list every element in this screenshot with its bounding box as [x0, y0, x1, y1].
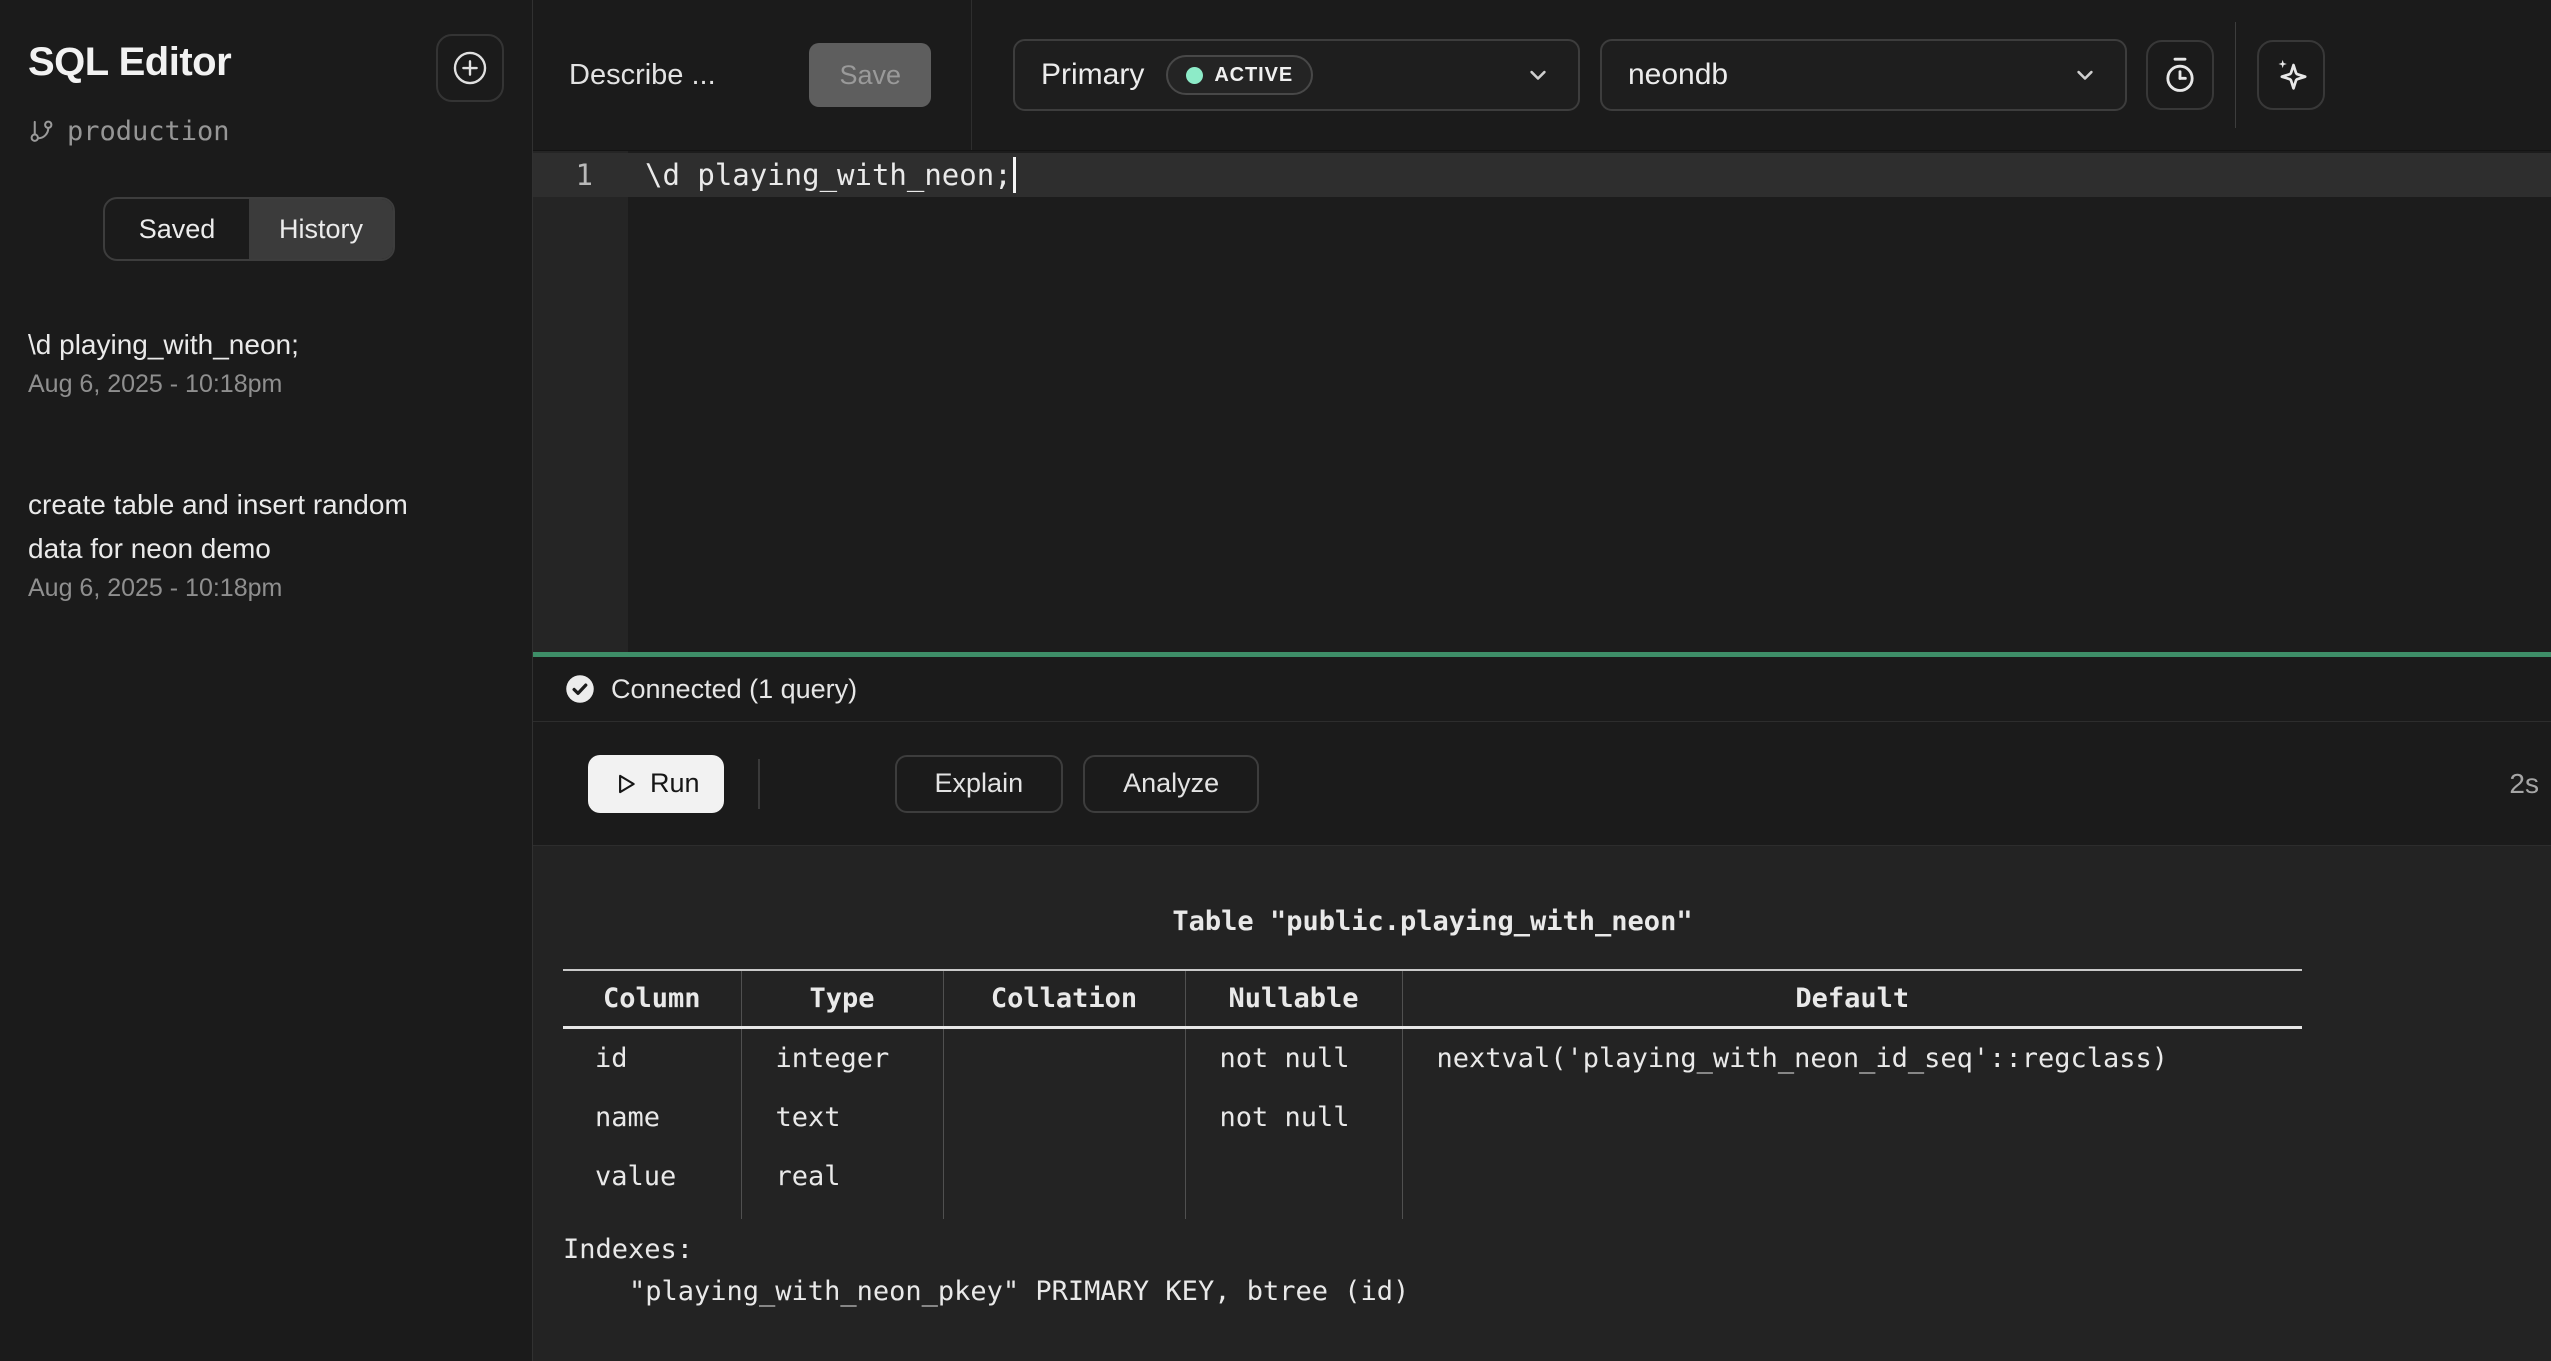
- table-cell: [943, 1028, 1185, 1089]
- history-item[interactable]: \d playing_with_neon; Aug 6, 2025 - 10:1…: [28, 323, 504, 399]
- indexes-section: Indexes: "playing_with_neon_pkey" PRIMAR…: [563, 1229, 2551, 1313]
- results-table-body: idinteger not nullnextval('playing_with_n…: [563, 1028, 2302, 1220]
- stopwatch-icon: [2160, 55, 2200, 95]
- branch-selector-value: Primary: [1041, 58, 1144, 92]
- table-cell: real: [741, 1147, 943, 1206]
- sidebar: SQL Editor production Saved History \d p…: [0, 0, 533, 1361]
- save-button[interactable]: Save: [809, 43, 931, 107]
- results-table-title: Table "public.playing_with_neon": [563, 906, 2302, 937]
- editor-code: \d playing_with_neon;: [645, 158, 1012, 192]
- status-badge-label: ACTIVE: [1214, 64, 1293, 87]
- sparkles-icon: [2271, 55, 2311, 95]
- table-row: idinteger not nullnextval('playing_with_n…: [563, 1028, 2302, 1089]
- main-panel: Describe ... Save Primary ACTIVE neondb: [533, 0, 2551, 1361]
- saved-history-toggle: Saved History: [103, 197, 395, 261]
- editor-code-line: \d playing_with_neon;: [645, 153, 1016, 197]
- status-badge: ACTIVE: [1166, 55, 1313, 95]
- table-cell: not null: [1185, 1028, 1402, 1089]
- topbar-controls: Primary ACTIVE neondb: [972, 0, 2551, 150]
- column-header: Default: [1402, 970, 2302, 1028]
- tab-history[interactable]: History: [249, 199, 393, 259]
- table-cell: text: [741, 1088, 943, 1147]
- tab-saved[interactable]: Saved: [105, 199, 249, 259]
- query-duration: 2s: [2509, 768, 2539, 800]
- results-table: ColumnTypeCollationNullableDefault idint…: [563, 969, 2302, 1219]
- query-toolbar: Run Explain Analyze 2s: [533, 722, 2551, 846]
- table-cell: [1185, 1147, 1402, 1206]
- results-panel: Table "public.playing_with_neon" ColumnT…: [533, 846, 2551, 1361]
- table-cell: name: [563, 1088, 741, 1147]
- query-title: Describe ...: [569, 59, 716, 92]
- ai-assist-button[interactable]: [2257, 40, 2325, 110]
- history-item-title: \d playing_with_neon;: [28, 323, 448, 367]
- table-cell: [1402, 1147, 2302, 1206]
- check-circle-icon: [565, 674, 595, 704]
- active-dot-icon: [1186, 67, 1203, 84]
- editor-gutter: [533, 151, 628, 652]
- compute-branch-selector[interactable]: Primary ACTIVE: [1013, 39, 1580, 111]
- connection-status-text: Connected (1 query): [611, 674, 857, 705]
- table-row: nametext not null: [563, 1088, 2302, 1147]
- page-title: SQL Editor: [28, 34, 231, 90]
- sql-editor-app: SQL Editor production Saved History \d p…: [0, 0, 2551, 1361]
- index-definition: "playing_with_neon_pkey" PRIMARY KEY, bt…: [563, 1271, 2551, 1313]
- table-cell: integer: [741, 1028, 943, 1089]
- run-button-label: Run: [650, 768, 700, 799]
- column-header: Nullable: [1185, 970, 1402, 1028]
- table-row: valuereal: [563, 1147, 2302, 1206]
- history-item-timestamp: Aug 6, 2025 - 10:18pm: [28, 574, 504, 603]
- table-header-row: ColumnTypeCollationNullableDefault: [563, 970, 2302, 1028]
- new-query-button[interactable]: [436, 34, 504, 102]
- play-icon: [612, 771, 638, 797]
- database-selector[interactable]: neondb: [1600, 39, 2127, 111]
- analyze-button[interactable]: Analyze: [1083, 755, 1259, 813]
- history-item[interactable]: create table and insert random data for …: [28, 483, 504, 603]
- column-header: Column: [563, 970, 741, 1028]
- table-cell: id: [563, 1028, 741, 1089]
- history-list: \d playing_with_neon; Aug 6, 2025 - 10:1…: [28, 323, 504, 603]
- table-cell: [1402, 1088, 2302, 1147]
- editor-line-number: 1: [533, 153, 593, 197]
- code-editor[interactable]: 1 \d playing_with_neon;: [533, 150, 2551, 652]
- branch-icon: [28, 118, 55, 145]
- query-timing-button[interactable]: [2146, 40, 2214, 110]
- database-selector-value: neondb: [1628, 58, 1728, 92]
- table-cell: nextval('playing_with_neon_id_seq'::regc…: [1402, 1028, 2302, 1089]
- table-cell: [943, 1147, 1185, 1206]
- table-spacer-row: [563, 1206, 2302, 1219]
- plus-circle-icon: [451, 49, 489, 87]
- column-header: Collation: [943, 970, 1185, 1028]
- column-header: Type: [741, 970, 943, 1028]
- sidebar-header: SQL Editor: [28, 34, 504, 102]
- table-cell: value: [563, 1147, 741, 1206]
- chevron-down-icon: [1524, 61, 1552, 89]
- indexes-label: Indexes:: [563, 1229, 2551, 1271]
- branch-indicator: production: [28, 116, 504, 147]
- toolbar-divider: [758, 759, 760, 809]
- topbar-divider: [2235, 22, 2236, 128]
- branch-name: production: [67, 116, 230, 147]
- history-item-timestamp: Aug 6, 2025 - 10:18pm: [28, 370, 504, 399]
- explain-button[interactable]: Explain: [895, 755, 1064, 813]
- topbar: Describe ... Save Primary ACTIVE neondb: [533, 0, 2551, 150]
- text-cursor: [1013, 157, 1016, 193]
- query-header: Describe ... Save: [533, 0, 972, 150]
- run-button[interactable]: Run: [588, 755, 724, 813]
- chevron-down-icon: [2071, 61, 2099, 89]
- history-item-title: create table and insert random data for …: [28, 483, 448, 571]
- table-cell: not null: [1185, 1088, 1402, 1147]
- connection-status-bar: Connected (1 query): [533, 657, 2551, 722]
- table-cell: [943, 1088, 1185, 1147]
